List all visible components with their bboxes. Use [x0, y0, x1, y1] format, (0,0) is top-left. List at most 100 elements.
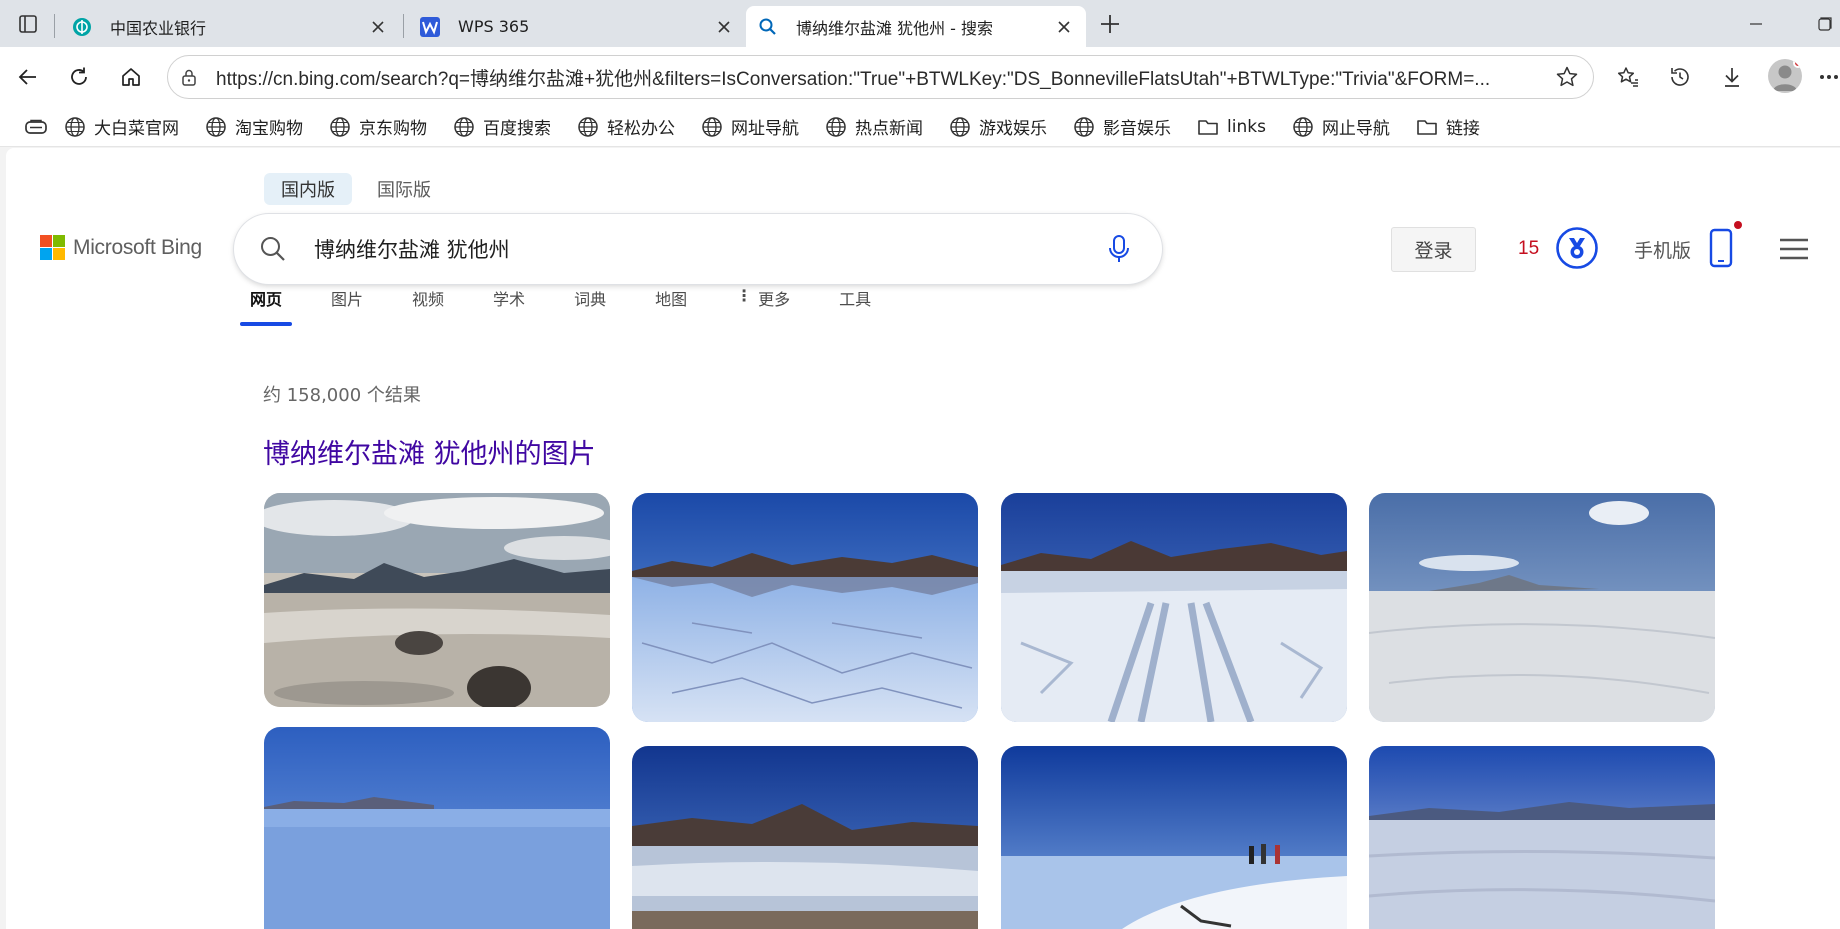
globe-icon [329, 116, 351, 138]
maximize-icon[interactable] [1810, 10, 1838, 38]
salt-flat-reflection-image [632, 493, 978, 722]
tab-strip: 中国农业银行 WPS 365 博纳维尔盐滩 犹他州 - 搜索 [0, 0, 1840, 47]
bookmark-item[interactable]: 网址导航 [701, 114, 799, 139]
url-text[interactable]: https://cn.bing.com/search?q=博纳维尔盐滩+犹他州&… [216, 64, 1553, 91]
tab-web[interactable]: 网页 [239, 286, 293, 326]
salt-flat-sunset-image [1369, 746, 1715, 929]
close-icon[interactable] [368, 17, 388, 37]
rewards-points[interactable]: 15 [1518, 238, 1539, 260]
mobile-phone-icon[interactable] [1706, 220, 1746, 272]
images-heading-link[interactable]: 博纳维尔盐滩 犹他州的图片 [263, 432, 596, 471]
tab-bing-search[interactable]: 博纳维尔盐滩 犹他州 - 搜索 [746, 6, 1086, 47]
image-result[interactable] [632, 493, 978, 722]
bookmark-label: 大白菜官网 [94, 119, 179, 139]
favorite-star-icon[interactable] [1553, 63, 1581, 91]
microphone-icon[interactable] [1104, 234, 1134, 264]
hamburger-menu-icon[interactable] [1778, 234, 1810, 264]
history-icon[interactable] [1664, 61, 1696, 93]
bookmark-list: 大白菜官网 淘宝购物 京东购物 百度搜索 轻松办公 网址导航 热点新闻 游戏娱乐 影音娱乐 lin… [64, 114, 1506, 139]
lock-icon[interactable] [178, 66, 200, 88]
image-result[interactable] [1369, 746, 1715, 929]
globe-icon [453, 116, 475, 138]
salt-flat-mountain-image [632, 746, 978, 929]
minimize-icon[interactable] [1742, 10, 1770, 38]
bookmark-label: 热点新闻 [855, 119, 923, 139]
bookmark-item[interactable]: 影音娱乐 [1073, 114, 1171, 139]
tab-dictionary[interactable]: 词典 [574, 286, 606, 326]
rewards-medal-icon[interactable] [1555, 226, 1599, 270]
bookmark-item[interactable]: 淘宝购物 [205, 114, 303, 139]
notification-dot [1793, 59, 1802, 68]
search-icon[interactable] [258, 234, 288, 264]
mobile-version-link[interactable]: 手机版 [1634, 236, 1691, 263]
folder-icon [1197, 116, 1219, 138]
bookmark-item[interactable]: 百度搜索 [453, 114, 551, 139]
salt-flat-rocks-image [264, 493, 610, 707]
tab-maps[interactable]: 地图 [655, 286, 687, 326]
bookmark-item[interactable]: 京东购物 [329, 114, 427, 139]
image-result[interactable] [1369, 493, 1715, 722]
bookmark-label: 轻松办公 [607, 119, 675, 139]
bookmark-label: 链接 [1445, 119, 1480, 139]
tab-academic[interactable]: 学术 [493, 286, 525, 326]
tab-separator [403, 14, 404, 38]
image-result[interactable] [1001, 746, 1347, 929]
bookmark-label: 百度搜索 [483, 119, 551, 139]
close-icon[interactable] [714, 17, 734, 37]
search-input[interactable] [314, 237, 1104, 261]
bookmark-item[interactable]: links [1197, 116, 1266, 138]
bookmark-item[interactable]: 大白菜官网 [64, 114, 179, 139]
tab-actions-icon[interactable] [14, 10, 42, 38]
tab-videos[interactable]: 视频 [412, 286, 444, 326]
image-result[interactable] [1001, 493, 1347, 722]
sign-in-button[interactable]: 登录 [1391, 227, 1476, 272]
search-icon [759, 18, 776, 35]
bookmark-item[interactable]: 热点新闻 [825, 114, 923, 139]
bookmark-item[interactable]: 链接 [1416, 114, 1480, 139]
refresh-icon [71, 67, 87, 85]
back-button[interactable] [12, 61, 44, 93]
tab-images[interactable]: 图片 [331, 286, 363, 326]
home-icon [122, 68, 140, 86]
more-options-icon[interactable] [1818, 61, 1840, 93]
bookmark-item[interactable]: 轻松办公 [577, 114, 675, 139]
abc-bank-icon [73, 17, 91, 36]
globe-icon [1292, 116, 1314, 138]
refresh-button[interactable] [63, 61, 95, 93]
address-bar[interactable]: https://cn.bing.com/search?q=博纳维尔盐滩+犹他州&… [167, 55, 1594, 99]
profile-avatar[interactable] [1768, 59, 1802, 93]
favorites-icon[interactable] [1612, 61, 1644, 93]
region-tab-domestic[interactable]: 国内版 [264, 173, 352, 205]
tab-tools[interactable]: 工具 [839, 286, 871, 326]
region-tabs: 国内版 国际版 [264, 173, 456, 205]
bookmark-label: 网址导航 [731, 119, 799, 139]
tab-more[interactable]: ⋮ 更多 [736, 286, 790, 326]
home-button[interactable] [115, 61, 147, 93]
new-tab-button[interactable] [1096, 10, 1124, 38]
wps-icon [420, 16, 440, 37]
salt-flat-plain-image [1369, 493, 1715, 722]
salt-flat-tracks-image [1001, 493, 1347, 722]
tab-wps[interactable]: WPS 365 [408, 6, 746, 47]
image-result[interactable] [632, 746, 978, 929]
vertical-tabs: 网页 图片 视频 学术 词典 地图 ⋮ 更多 工具 [239, 286, 920, 326]
downloads-icon[interactable] [1716, 61, 1748, 93]
image-result[interactable] [264, 727, 610, 929]
back-arrow-icon [18, 69, 36, 85]
microsoft-logo-icon [40, 235, 65, 260]
bookmark-item[interactable]: 游戏娱乐 [949, 114, 1047, 139]
bookmark-label: 游戏娱乐 [979, 119, 1047, 139]
browser-toolbar: https://cn.bing.com/search?q=博纳维尔盐滩+犹他州&… [0, 47, 1840, 107]
result-count: 约 158,000 个结果 [263, 385, 421, 406]
salt-flat-blue-lake-image [264, 727, 610, 929]
tab-abc-bank[interactable]: 中国农业银行 [60, 6, 400, 47]
bing-logo[interactable]: Microsoft Bing [40, 235, 202, 260]
image-result[interactable] [264, 493, 610, 707]
collections-icon[interactable] [18, 115, 54, 139]
close-icon[interactable] [1054, 17, 1074, 37]
bookmark-item[interactable]: 网止导航 [1292, 114, 1390, 139]
search-box[interactable] [234, 214, 1162, 284]
region-tab-international[interactable]: 国际版 [360, 173, 448, 205]
logo-text: Microsoft Bing [73, 235, 202, 259]
bookmark-label: 淘宝购物 [235, 119, 303, 139]
